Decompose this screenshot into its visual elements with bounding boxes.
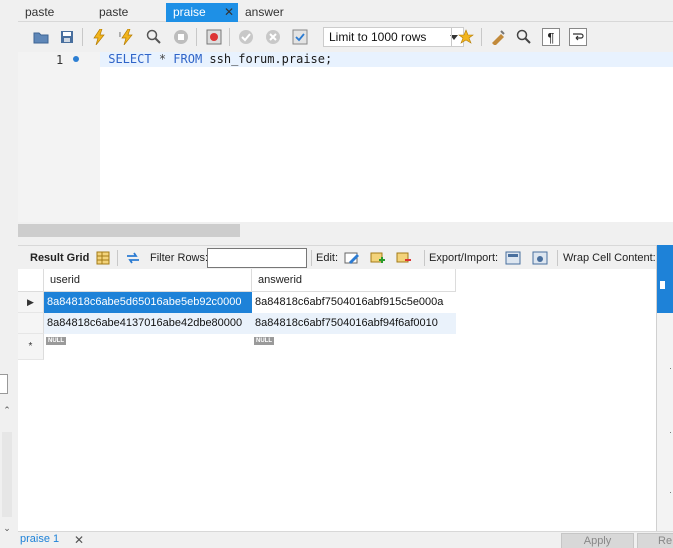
- side-panel-tab[interactable]: [657, 245, 673, 313]
- sql-editor-toolbar: I Limit to 1000 rows ¶: [18, 22, 673, 52]
- edit-label: Edit:: [316, 252, 339, 264]
- sql-star: *: [151, 52, 174, 66]
- left-panel-scrollbar[interactable]: ⌃ ⌄: [0, 400, 14, 535]
- execute-current-icon[interactable]: I: [118, 28, 136, 46]
- sql-keyword-select: SELECT: [108, 52, 152, 66]
- execute-icon[interactable]: [90, 28, 108, 46]
- result-toolbar: Result Grid Filter Rows: Edit: Export/Im…: [18, 245, 673, 269]
- tab-praise[interactable]: praise ✕: [166, 3, 238, 22]
- query-tab-bar: paste paste praise ✕ answer: [18, 0, 673, 22]
- null-badge[interactable]: NULL: [254, 337, 274, 345]
- open-folder-icon[interactable]: [32, 28, 50, 46]
- scroll-up-icon[interactable]: ⌃: [2, 404, 12, 416]
- tab-answer[interactable]: answer: [238, 3, 310, 22]
- tab-paste-2[interactable]: paste: [92, 3, 164, 22]
- table-cell[interactable]: 8a84818c6abf7504016abf915c5e000a: [252, 292, 456, 313]
- left-panel-input-edge[interactable]: [0, 374, 8, 394]
- invisible-chars-icon[interactable]: ¶: [542, 28, 560, 46]
- null-badge[interactable]: NULL: [46, 337, 66, 345]
- limit-rows-select[interactable]: Limit to 1000 rows: [323, 27, 464, 47]
- sql-editor[interactable]: 1 SELECT * FROM ssh_forum.praise;: [18, 52, 673, 222]
- statement-marker-icon: [73, 56, 79, 62]
- wrap-icon[interactable]: [569, 28, 587, 46]
- row-header[interactable]: [18, 313, 44, 334]
- rollback-icon[interactable]: [264, 28, 282, 46]
- result-grid[interactable]: userid answerid ▶ 8a84818c6abe5d65016abe…: [18, 269, 656, 531]
- column-header-userid[interactable]: userid: [44, 269, 252, 292]
- save-icon[interactable]: [58, 28, 76, 46]
- apply-button[interactable]: Apply: [561, 533, 634, 548]
- sql-keyword-from: FROM: [173, 52, 203, 66]
- close-result-tab-icon[interactable]: ✕: [74, 533, 84, 547]
- grid-view-icon[interactable]: [94, 249, 112, 267]
- refresh-icon[interactable]: [124, 249, 142, 267]
- line-number-gutter: 1: [18, 52, 100, 222]
- result-grid-label[interactable]: Result Grid: [30, 252, 89, 264]
- scrollbar-thumb[interactable]: [18, 224, 240, 237]
- close-tab-icon[interactable]: ✕: [224, 3, 234, 21]
- table-cell[interactable]: 8a84818c6abe5d65016abe5eb92c0000: [44, 292, 252, 313]
- filter-rows-input[interactable]: [207, 248, 307, 268]
- autocommit-icon[interactable]: [291, 28, 309, 46]
- column-header-answerid[interactable]: answerid: [252, 269, 456, 292]
- find-icon[interactable]: [515, 28, 533, 46]
- wrap-cell-label: Wrap Cell Content:: [563, 252, 656, 264]
- export-import-label: Export/Import:: [429, 252, 499, 264]
- scroll-track[interactable]: [2, 432, 12, 517]
- export-icon[interactable]: [504, 249, 522, 267]
- sql-table-name: ssh_forum.praise;: [202, 52, 333, 66]
- scroll-down-icon[interactable]: ⌄: [2, 522, 12, 534]
- import-icon[interactable]: [531, 249, 549, 267]
- stop-icon[interactable]: [172, 28, 190, 46]
- table-cell[interactable]: 8a84818c6abe4137016abe42dbe80000: [44, 313, 252, 334]
- delete-row-icon[interactable]: [395, 249, 413, 267]
- beautify-icon[interactable]: [489, 28, 507, 46]
- revert-button[interactable]: Re: [637, 533, 673, 548]
- right-side-panel: · · ·: [656, 245, 673, 535]
- commit-icon[interactable]: [237, 28, 255, 46]
- row-header-current[interactable]: ▶: [18, 292, 44, 313]
- editor-horizontal-scrollbar[interactable]: [18, 222, 673, 240]
- svg-text:I: I: [119, 32, 121, 39]
- grid-corner: [18, 269, 44, 292]
- sql-code-line[interactable]: SELECT * FROM ssh_forum.praise;: [101, 52, 332, 67]
- new-row-header[interactable]: *: [18, 334, 44, 360]
- insert-row-icon[interactable]: [369, 249, 387, 267]
- bookmark-icon[interactable]: [458, 28, 476, 46]
- result-bottom-bar: praise 1 ✕ Apply Re: [18, 531, 673, 548]
- table-cell[interactable]: 8a84818c6abf7504016abf94f6af0010: [252, 313, 456, 334]
- explain-icon[interactable]: [145, 28, 163, 46]
- line-number: 1: [56, 53, 64, 67]
- edit-row-icon[interactable]: [343, 249, 361, 267]
- result-tab[interactable]: praise 1: [20, 533, 59, 545]
- filter-rows-label: Filter Rows:: [150, 252, 209, 264]
- toggle-error-icon[interactable]: [205, 28, 223, 46]
- tab-paste-1[interactable]: paste: [18, 3, 90, 22]
